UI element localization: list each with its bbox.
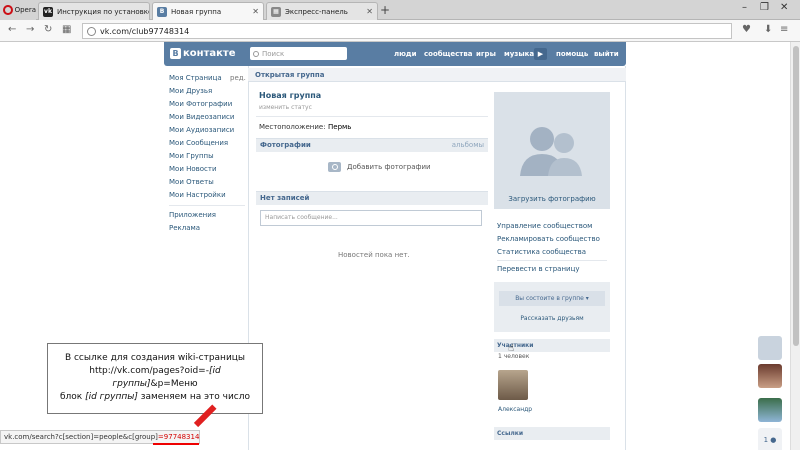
play-icon[interactable]: ▶ — [534, 48, 547, 60]
group-type-label: Открытая группа — [248, 68, 626, 82]
tab-new-group[interactable]: B Новая группа ✕ — [152, 2, 264, 20]
membership-box — [494, 282, 610, 332]
vk-header: B контакте Поиск люди сообщества игры му… — [164, 42, 626, 66]
left-menu-item-apps[interactable]: Приложения — [169, 209, 245, 222]
no-news-text: Новостей пока нет. — [338, 251, 410, 259]
albums-link[interactable]: альбомы — [452, 139, 484, 152]
download-icon[interactable]: ⬇ — [764, 24, 772, 35]
vk-logo-icon: B — [170, 48, 181, 59]
left-menu-item[interactable]: Мои Ответы — [169, 176, 245, 189]
close-icon[interactable]: ✕ — [252, 7, 259, 16]
scrollbar-thumb[interactable] — [793, 46, 799, 346]
tab-bar: Opera vk Инструкция по установке ✕ B Нов… — [0, 0, 800, 20]
left-menu-item[interactable]: Мои Видеозаписи — [169, 111, 245, 124]
close-icon[interactable]: ✕ — [366, 7, 373, 16]
menu-help[interactable]: помощь — [556, 50, 588, 58]
back-icon[interactable]: ← — [8, 24, 16, 35]
member-avatar[interactable] — [498, 370, 528, 400]
chevron-down-icon: ▾ — [585, 295, 589, 302]
vk-icon: B — [157, 6, 167, 17]
links-head: Ссылки — [494, 427, 610, 440]
left-menu-item[interactable]: Мои Новости — [169, 163, 245, 176]
speed-dial-icon: ▦ — [271, 6, 281, 17]
left-menu: Моя Страница Мои Друзья Мои Фотографии М… — [169, 72, 245, 235]
reload-icon[interactable]: ↻ — [44, 24, 52, 35]
left-menu-item[interactable]: Мои Друзья — [169, 85, 245, 98]
left-menu-item[interactable]: Мои Фотографии — [169, 98, 245, 111]
forward-icon[interactable]: → — [26, 24, 34, 35]
page-viewport: B контакте Поиск люди сообщества игры му… — [0, 42, 790, 450]
search-icon — [253, 50, 259, 57]
highlight-underline — [153, 443, 199, 445]
add-photos-button[interactable]: Добавить фотографии — [328, 162, 431, 172]
menu-divider — [169, 205, 245, 206]
left-menu-item-ads[interactable]: Реклама — [169, 222, 245, 235]
community-stats-link[interactable]: Статистика сообщества — [497, 248, 586, 256]
advertise-community-link[interactable]: Рекламировать сообщество — [497, 235, 600, 243]
menu-games[interactable]: игры — [476, 50, 496, 58]
membership-dropdown[interactable]: Вы состоите в группе ▾ — [499, 291, 605, 306]
user-icon: ● — [768, 436, 777, 444]
opera-menu-button[interactable]: Opera — [0, 0, 36, 20]
status-bar-url: vk.com/search?c[section]=people&c[group]… — [0, 430, 200, 444]
minimize-icon[interactable]: – — [742, 2, 747, 13]
gift-icon[interactable] — [758, 336, 782, 360]
scrollbar[interactable] — [790, 42, 800, 450]
upload-photo-link[interactable]: Загрузить фотографию — [494, 195, 610, 203]
heart-icon[interactable]: ♥ — [742, 24, 751, 35]
tab-instruction[interactable]: vk Инструкция по установке ✕ — [38, 2, 150, 20]
vk-search-input[interactable]: Поиск — [250, 47, 347, 60]
left-menu-item[interactable]: Мои Настройки — [169, 189, 245, 202]
speed-dial-icon[interactable]: ▦ — [62, 24, 71, 35]
friend-avatar[interactable] — [758, 364, 782, 388]
people-silhouette-icon — [520, 127, 582, 176]
convert-to-page-link[interactable]: Перевести в страницу — [497, 265, 580, 273]
members-count[interactable]: 1 человек — [498, 353, 529, 360]
new-tab-icon[interactable]: + — [380, 3, 390, 17]
menu-communities[interactable]: сообщества — [424, 50, 473, 58]
friend-avatar[interactable] — [758, 398, 782, 422]
camera-icon — [328, 162, 341, 172]
menu-logout[interactable]: выйти — [594, 50, 619, 58]
left-menu-item[interactable]: Мои Сообщения — [169, 137, 245, 150]
divider — [256, 116, 488, 117]
menu-music[interactable]: музыка — [504, 50, 534, 58]
left-menu-item[interactable]: Мои Аудиозаписи — [169, 124, 245, 137]
vk-icon: vk — [43, 6, 53, 17]
photos-section-head[interactable]: Фотографии альбомы — [256, 138, 488, 152]
vk-logo[interactable]: B контакте — [170, 48, 235, 59]
manage-community-link[interactable]: Управление сообществом — [497, 222, 592, 230]
location-value: Пермь — [328, 123, 352, 131]
opera-logo-icon — [3, 5, 13, 15]
member-name[interactable]: Александр — [498, 406, 532, 413]
divider — [497, 260, 607, 261]
maximize-icon[interactable]: ❐ — [760, 2, 769, 13]
annotation-box: В ссылке для создания wiki-страницы http… — [47, 343, 263, 414]
address-bar: ← → ↻ ▦ vk.com/club97748314 ♥ ⬇ ≡ — [0, 20, 800, 42]
message-input[interactable]: Написать сообщение... — [260, 210, 482, 226]
location-label: Местоположение: — [259, 123, 326, 131]
group-avatar-placeholder[interactable] — [494, 92, 610, 209]
left-menu-item[interactable]: Мои Группы — [169, 150, 245, 163]
mouse-cursor-icon: ☝ — [508, 343, 515, 354]
globe-icon — [87, 26, 96, 36]
tab-speed-dial[interactable]: ▦ Экспресс-панель ✕ — [266, 2, 378, 20]
tell-friends-link[interactable]: Рассказать друзьям — [494, 315, 610, 322]
window-close-icon[interactable]: ✕ — [780, 2, 788, 13]
menu-people[interactable]: люди — [394, 50, 417, 58]
edit-menu-link[interactable]: ред. — [230, 72, 246, 85]
menu-icon[interactable]: ≡ — [780, 24, 788, 35]
posts-section-head: Нет записей — [256, 191, 488, 205]
group-name: Новая группа — [259, 91, 322, 100]
change-status-link[interactable]: изменить статус — [259, 104, 312, 111]
url-field[interactable]: vk.com/club97748314 — [82, 23, 732, 39]
online-count[interactable]: 1 ● — [758, 428, 782, 450]
